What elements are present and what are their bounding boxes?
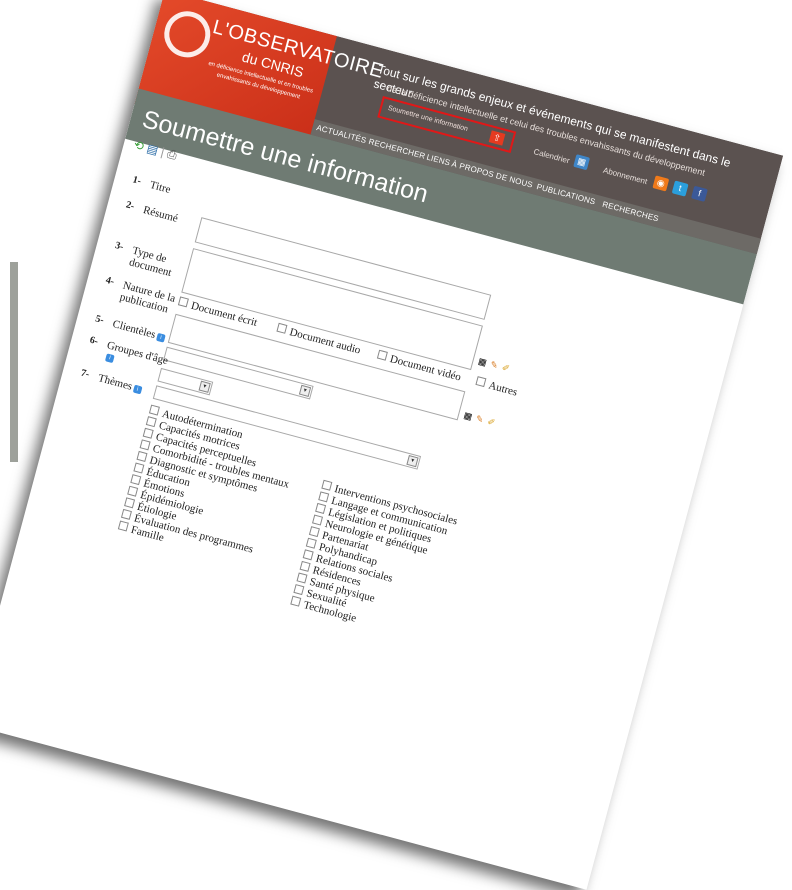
doctype-label: Autres xyxy=(487,379,519,399)
checkbox[interactable] xyxy=(142,427,154,439)
eraser-icon[interactable]: ✐ xyxy=(485,416,497,428)
checkbox[interactable] xyxy=(276,322,288,334)
chevron-down-icon: ▾ xyxy=(406,454,419,468)
checkbox[interactable] xyxy=(290,595,302,607)
subscribe-label[interactable]: Abonnement xyxy=(602,166,648,186)
checkbox[interactable] xyxy=(120,508,132,520)
field-number: 7- xyxy=(79,367,91,381)
field-label-clienteles: Clientèles i xyxy=(111,318,166,344)
chevron-down-icon: ▾ xyxy=(298,384,312,398)
logo-ring-icon xyxy=(159,6,216,63)
separator: | xyxy=(159,144,166,160)
twitter-icon[interactable]: t xyxy=(671,180,689,197)
groupes-text: Groupes d'âge xyxy=(105,339,170,368)
checkbox[interactable] xyxy=(376,349,388,361)
field-number: 5- xyxy=(94,313,106,327)
checkbox[interactable] xyxy=(136,450,148,462)
checkbox[interactable] xyxy=(302,549,314,561)
field-number: 1- xyxy=(131,174,143,188)
field-label-resume: Résumé xyxy=(141,204,180,225)
checkbox[interactable] xyxy=(308,526,320,538)
field-label-titre: Titre xyxy=(148,178,172,197)
calendar-label[interactable]: Calendrier xyxy=(533,147,571,165)
page-card: L'OBSERVATOIRE du CNRIS en déficience in… xyxy=(0,0,784,890)
facebook-icon[interactable]: f xyxy=(691,185,708,202)
info-icon[interactable]: i xyxy=(132,384,143,395)
field-label-themes: Thèmes i xyxy=(97,372,143,395)
checkbox[interactable] xyxy=(318,491,330,503)
checkbox[interactable] xyxy=(130,474,142,486)
themes-text: Thèmes xyxy=(96,372,134,393)
calendar-small-icon[interactable]: ▦ xyxy=(462,410,474,422)
checkbox[interactable] xyxy=(124,497,136,509)
field-number: 3- xyxy=(113,240,125,253)
checkbox[interactable] xyxy=(139,439,151,451)
document-icon[interactable]: ▤ xyxy=(145,141,160,157)
eraser-icon[interactable]: ✐ xyxy=(500,362,512,374)
edit-icon[interactable]: ✎ xyxy=(474,413,486,425)
checkbox[interactable] xyxy=(133,462,145,474)
checkbox[interactable] xyxy=(148,404,160,416)
checkbox[interactable] xyxy=(145,416,157,428)
clienteles-text: Clientèles xyxy=(111,318,157,342)
checkbox[interactable] xyxy=(321,479,333,491)
checkbox[interactable] xyxy=(315,502,327,514)
edit-icon[interactable]: ✎ xyxy=(488,359,500,371)
info-icon[interactable]: i xyxy=(104,353,115,364)
field-number: 2- xyxy=(124,199,136,213)
checkbox[interactable] xyxy=(117,520,129,532)
field-number: 4- xyxy=(104,274,116,288)
checkbox[interactable] xyxy=(312,514,324,526)
doctype-autres[interactable]: Autres xyxy=(475,376,519,399)
nav-item-liens[interactable]: LIENS xyxy=(426,153,452,168)
calendar-small-icon[interactable]: ▦ xyxy=(476,356,488,368)
field-label-type-document: Type de document xyxy=(127,244,173,280)
print-icon[interactable]: ⎙ xyxy=(166,146,179,162)
field-number: 6- xyxy=(88,334,100,348)
calendar-icon[interactable]: ▦ xyxy=(573,154,591,171)
chevron-down-icon: ▾ xyxy=(198,380,211,393)
upload-icon: ⇧ xyxy=(488,130,506,146)
field-label-groupes: Groupes d'âge xyxy=(106,339,170,367)
checkbox[interactable] xyxy=(293,584,305,596)
field-label-nature: Nature de la publication xyxy=(118,279,177,316)
background-shadow xyxy=(10,262,18,462)
rss-icon[interactable]: ◉ xyxy=(652,175,670,192)
checkbox[interactable] xyxy=(296,572,308,584)
checkbox[interactable] xyxy=(305,537,317,549)
checkbox[interactable] xyxy=(127,485,139,497)
info-icon[interactable]: i xyxy=(155,332,166,343)
checkbox[interactable] xyxy=(299,560,311,572)
refresh-icon[interactable]: ⟲ xyxy=(132,137,145,153)
checkbox[interactable] xyxy=(177,296,189,308)
checkbox[interactable] xyxy=(475,376,487,388)
